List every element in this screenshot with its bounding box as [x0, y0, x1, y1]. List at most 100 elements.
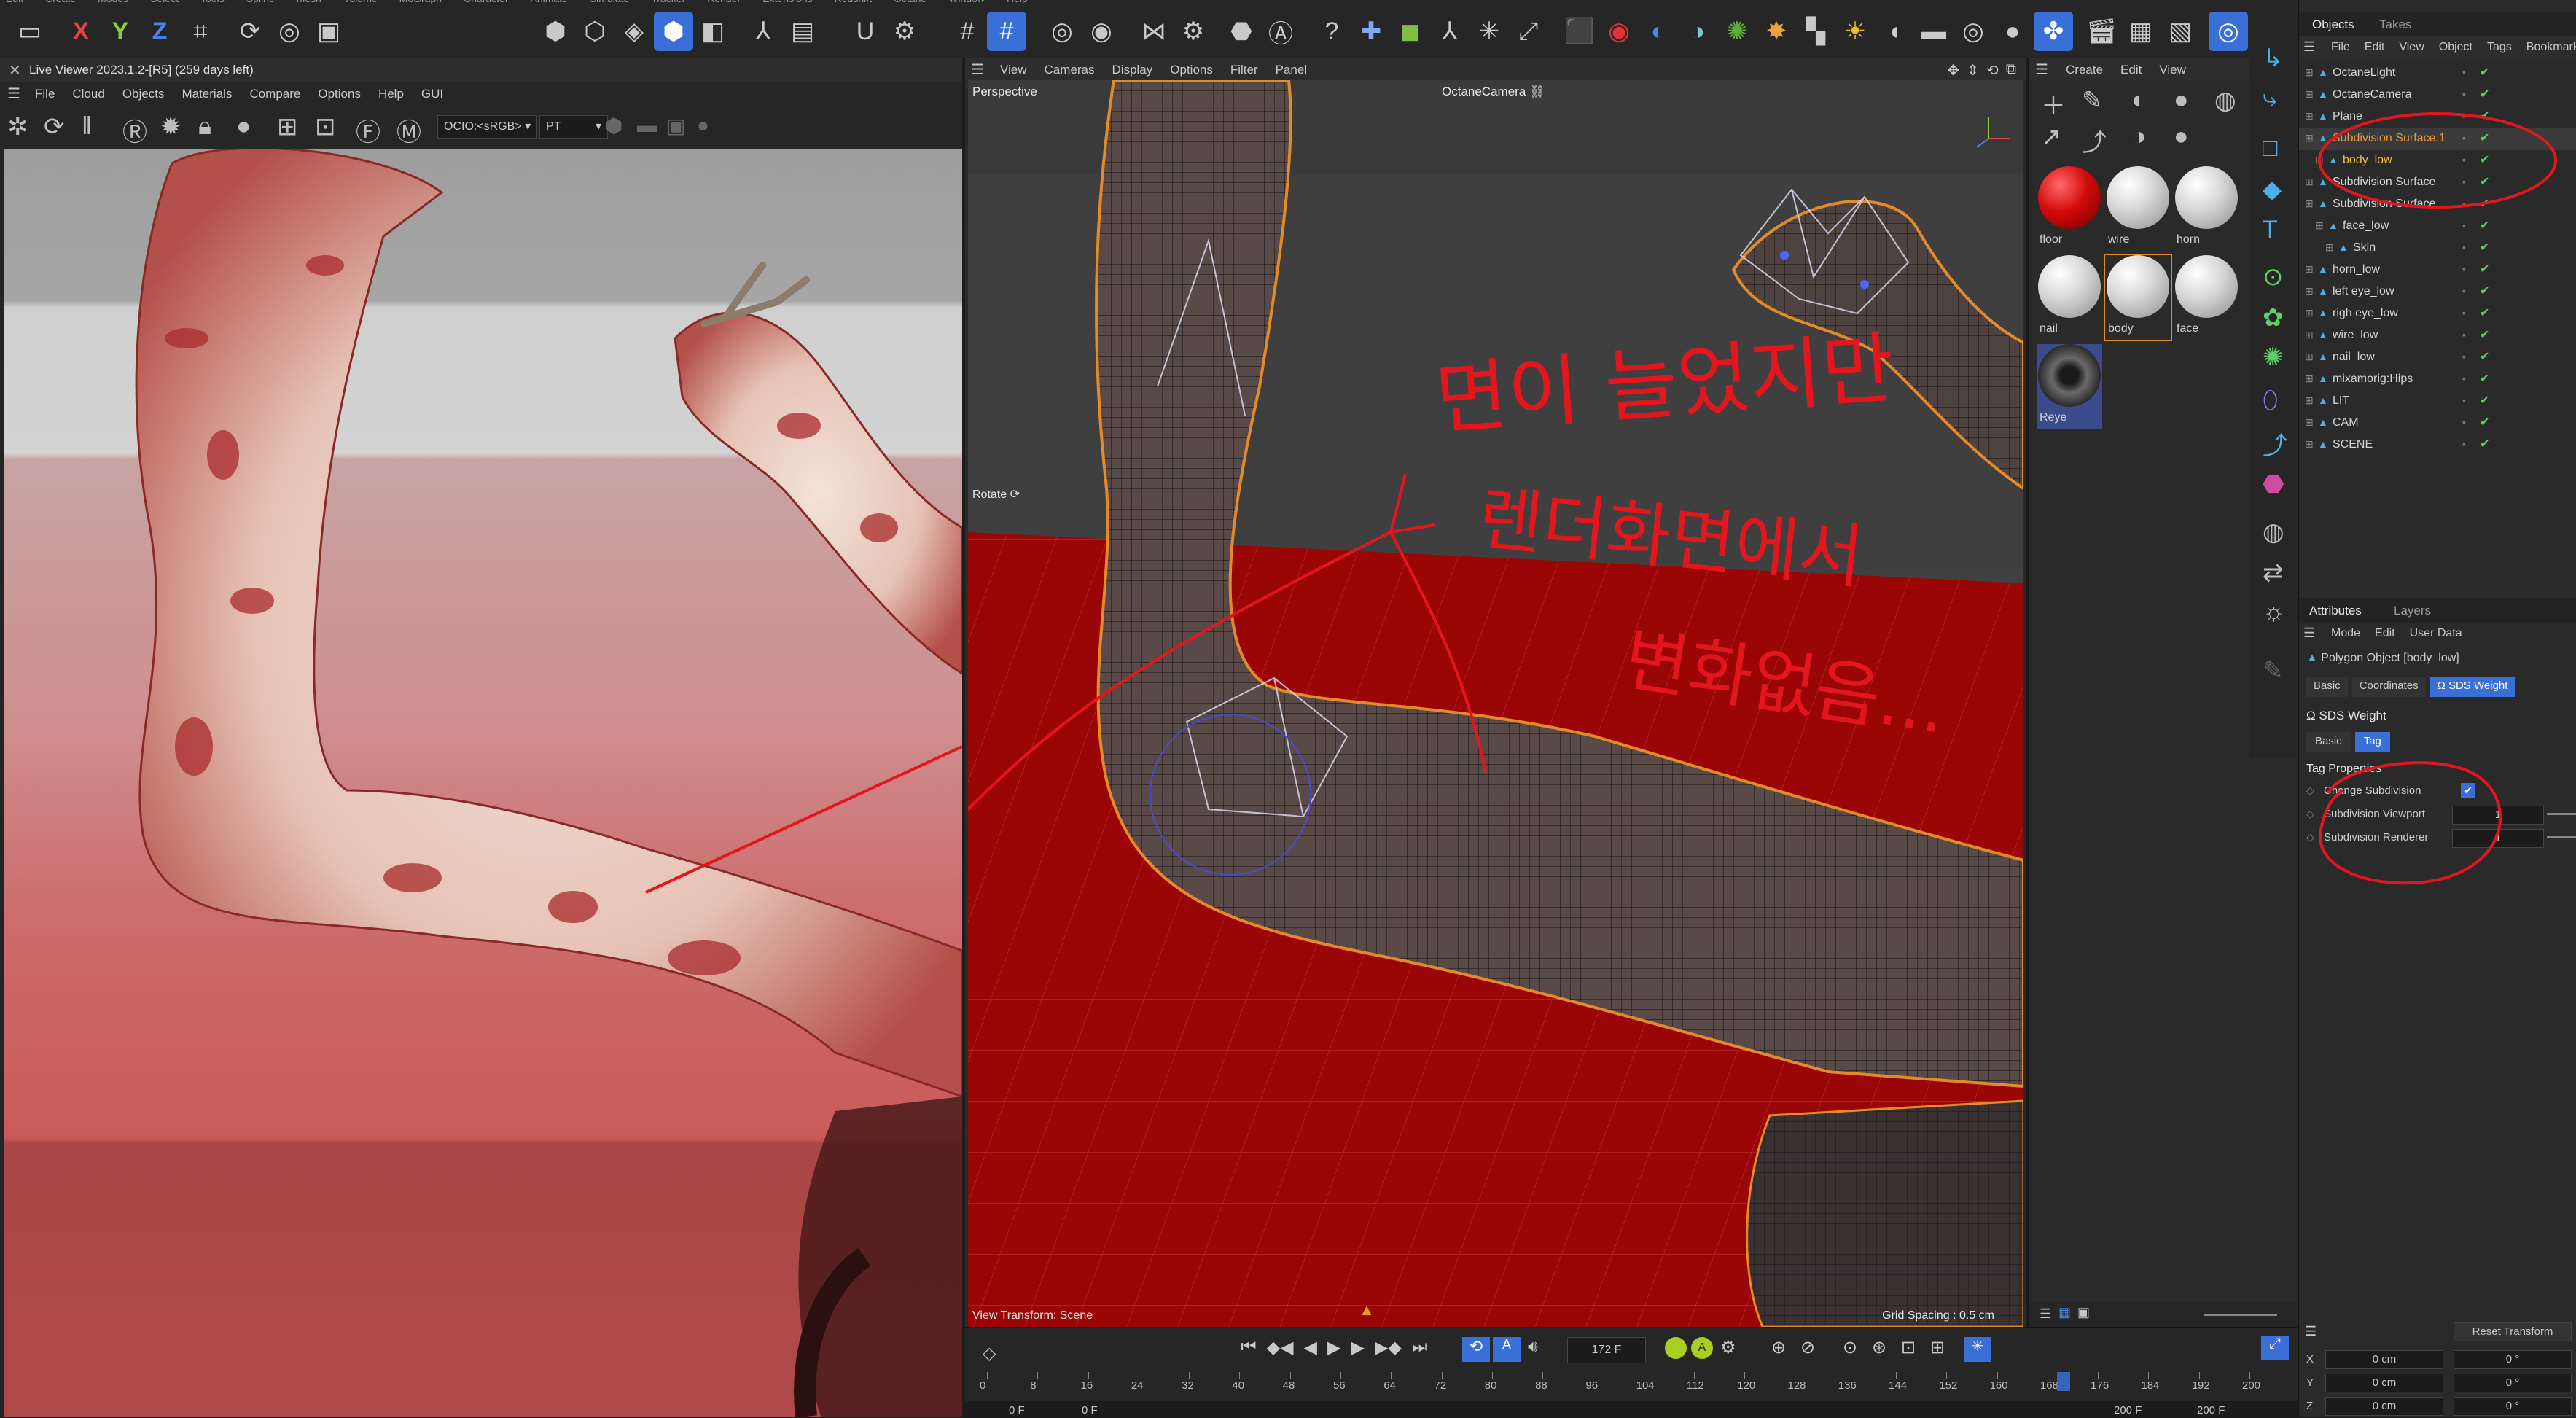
light-icon[interactable]: ☼: [2263, 598, 2285, 626]
effector-icon[interactable]: ✺: [2263, 343, 2284, 372]
octane-material-icon[interactable]: ◐: [1639, 12, 1678, 51]
visibility-icon[interactable]: ▪: [2462, 373, 2466, 384]
material-item[interactable]: Reye: [2037, 344, 2102, 429]
object-menu-item[interactable]: Bookmarks: [2526, 41, 2576, 54]
solo-icon[interactable]: ▤: [783, 12, 822, 51]
viewport-menu-item[interactable]: Cameras: [1045, 63, 1095, 77]
timeline-expand-icon[interactable]: ⤢: [2261, 1336, 2289, 1360]
top-menu-item[interactable]: Window: [948, 0, 985, 4]
symmetry-gear-icon[interactable]: ⚙: [1174, 12, 1213, 51]
axis-mode-icon[interactable]: ⅄: [743, 12, 783, 51]
edge-mode-icon[interactable]: ◈: [614, 12, 654, 51]
tab-layers[interactable]: Layers: [2394, 604, 2431, 618]
object-menu-item[interactable]: View: [2399, 41, 2424, 54]
settings-icon[interactable]: ✹: [160, 112, 182, 141]
sphere-dark-icon[interactable]: ◑: [2131, 122, 2147, 151]
tag-icon[interactable]: ⬯: [2263, 386, 2278, 415]
range-end[interactable]: 200 F: [2114, 1404, 2142, 1417]
live-selection-icon[interactable]: ▭: [10, 12, 50, 51]
sync-icon[interactable]: ⇄: [2263, 558, 2284, 588]
spline-icon[interactable]: ⤷: [2263, 85, 2276, 113]
reset-hamburger-icon[interactable]: ☰: [2305, 1324, 2317, 1339]
material-pick-icon[interactable]: Ⓜ: [397, 112, 421, 148]
arrow-icon[interactable]: ↗: [2041, 122, 2062, 152]
point-mode-icon[interactable]: ⬡: [575, 12, 614, 51]
move-icon[interactable]: ⇕: [1967, 61, 1979, 79]
polygon-mode-icon[interactable]: ⬢: [654, 12, 693, 51]
x-axis-button[interactable]: X: [61, 12, 101, 51]
paint-tool-icon[interactable]: ⬣: [1222, 12, 1261, 51]
attribute-menu-item[interactable]: User Data: [2410, 627, 2462, 640]
live-viewer-menu-item[interactable]: GUI: [421, 87, 443, 101]
live-viewer-menu-item[interactable]: Objects: [122, 87, 165, 101]
object-row[interactable]: ⊞ ▲ SCENE ▪ ✔: [2299, 435, 2576, 456]
octane-mix-icon[interactable]: ◑: [1678, 12, 1717, 51]
top-menu-item[interactable]: Extensions: [762, 0, 812, 4]
ocio-select[interactable]: OCIO:<sRGB> ▾: [437, 115, 538, 139]
object-row[interactable]: ⊞ ▲ LIT ▪ ✔: [2299, 391, 2576, 413]
object-row[interactable]: ⊞ ▲ CAM ▪ ✔: [2299, 413, 2576, 435]
add-material-icon[interactable]: ＋: [2041, 86, 2066, 122]
prev-frame-icon[interactable]: ◀: [1304, 1337, 1317, 1358]
zoom-icon[interactable]: ⟲: [1986, 61, 1999, 79]
next-frame-icon[interactable]: ▶: [1351, 1337, 1364, 1358]
cinema-logo-icon[interactable]: ◎: [2209, 12, 2248, 51]
object-row[interactable]: ⊞ ▲ mixamorig:Hips ▪ ✔: [2299, 369, 2576, 391]
green-cube-icon[interactable]: ◼: [1391, 12, 1430, 51]
expand-icon[interactable]: ⊞: [2305, 438, 2314, 451]
sphere-preview-icon[interactable]: ◐: [2131, 86, 2147, 114]
particles-icon[interactable]: ✳: [1470, 12, 1509, 51]
top-menu-item[interactable]: Spline: [246, 0, 275, 4]
attribute-menu-item[interactable]: Edit: [2375, 627, 2395, 640]
top-menu-item[interactable]: Modes: [98, 0, 128, 4]
expand-icon[interactable]: ⊞: [2305, 307, 2314, 319]
region-render-icon[interactable]: ⊡: [315, 112, 336, 141]
visibility-icon[interactable]: ▪: [2462, 307, 2466, 319]
camera-icon[interactable]: ▣: [666, 114, 685, 138]
viewport-hamburger-icon[interactable]: ☰: [971, 61, 984, 79]
bend-icon[interactable]: ↳: [2263, 44, 2284, 73]
enabled-check-icon[interactable]: ✔: [2480, 240, 2489, 254]
volume-icon[interactable]: ⬣: [2263, 470, 2284, 499]
viewport-menu-item[interactable]: Filter: [1230, 63, 1258, 77]
symmetry-icon[interactable]: ⋈: [1134, 12, 1174, 51]
position-field[interactable]: 0 cm: [2325, 1397, 2443, 1416]
restart-icon[interactable]: ⟳: [44, 112, 65, 141]
sphere-icon[interactable]: ●: [236, 112, 251, 141]
text-icon[interactable]: T: [2263, 216, 2278, 244]
pen-icon[interactable]: ✎: [2263, 656, 2284, 685]
range-start[interactable]: 0 F: [1009, 1404, 1025, 1417]
attribute-sub-tab[interactable]: Coordinates: [2351, 677, 2426, 697]
top-menu-item[interactable]: Animate: [530, 0, 567, 4]
render-queue-icon[interactable]: ▧: [2161, 12, 2200, 51]
snapshot-icon[interactable]: ●: [697, 114, 709, 137]
maximize-icon[interactable]: ⧉: [2006, 61, 2016, 79]
material-item[interactable]: horn: [2174, 166, 2239, 251]
cube-icon[interactable]: ◆: [2263, 175, 2282, 204]
attribute-menu-item[interactable]: Mode: [2331, 627, 2360, 640]
live-viewer-menu-item[interactable]: Options: [318, 87, 361, 101]
zoom-slider[interactable]: [2204, 1314, 2277, 1316]
sky-icon[interactable]: ●: [1993, 12, 2032, 51]
top-menu-item[interactable]: Render: [707, 0, 741, 4]
close-icon[interactable]: ✕: [9, 61, 21, 79]
tab-attributes[interactable]: Attributes: [2309, 604, 2362, 618]
expand-icon[interactable]: ⊞: [2305, 329, 2314, 341]
focus-icon[interactable]: Ⓕ: [356, 112, 380, 148]
top-menu-item[interactable]: Simulate: [590, 0, 629, 4]
render-view-icon[interactable]: ▦: [2121, 12, 2161, 51]
visibility-icon[interactable]: ▪: [2462, 329, 2466, 340]
region-icon[interactable]: Ⓡ: [122, 112, 147, 148]
sphere-grey-icon[interactable]: ●: [2174, 122, 2189, 151]
object-menu-item[interactable]: File: [2331, 41, 2350, 54]
top-menu-item[interactable]: MoGraph: [399, 0, 442, 4]
workplane-icon[interactable]: ◎: [1042, 12, 1082, 51]
camera-object-icon[interactable]: ⊙: [2263, 262, 2284, 292]
record-key-icon[interactable]: [1665, 1337, 1687, 1359]
area-light-icon[interactable]: ▬: [1914, 12, 1954, 51]
help-icon[interactable]: ?: [1312, 12, 1351, 51]
material-item[interactable]: nail: [2037, 255, 2102, 340]
viewport-menu-item[interactable]: Display: [1112, 63, 1153, 77]
y-axis-button[interactable]: Y: [101, 12, 140, 51]
property-slider[interactable]: [2547, 813, 2576, 815]
